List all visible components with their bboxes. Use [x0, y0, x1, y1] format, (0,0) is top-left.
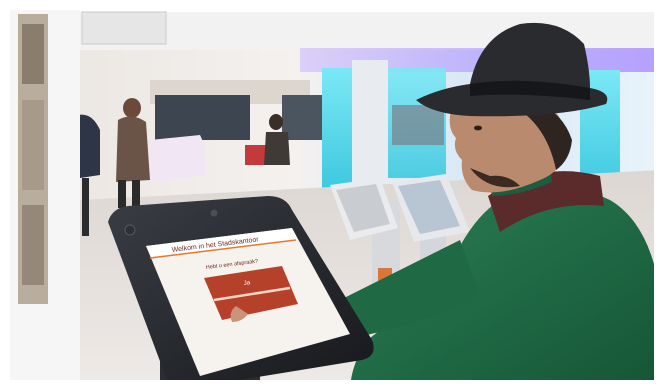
eye [474, 125, 482, 131]
kiosk-button [124, 224, 136, 236]
bottom-border [0, 380, 661, 388]
poster-detail-1 [22, 24, 44, 84]
reception-desk [150, 135, 206, 182]
cyan-panel-left [322, 68, 352, 188]
right-border [654, 0, 661, 388]
photo-scene: Welkom in het Stadskantoor Hebt u een af… [0, 0, 661, 388]
poster-detail-3 [22, 205, 44, 285]
photo-illustration: Welkom in het Stadskantoor Hebt u een af… [0, 0, 661, 388]
ceiling-sign [81, 11, 167, 45]
back-window-left [155, 95, 250, 140]
pillar [352, 60, 388, 200]
top-border [0, 0, 661, 12]
kiosk-camera [210, 209, 218, 217]
left-border [0, 0, 10, 388]
cyan-panel-display [392, 105, 444, 145]
poster-detail-2 [22, 100, 44, 190]
